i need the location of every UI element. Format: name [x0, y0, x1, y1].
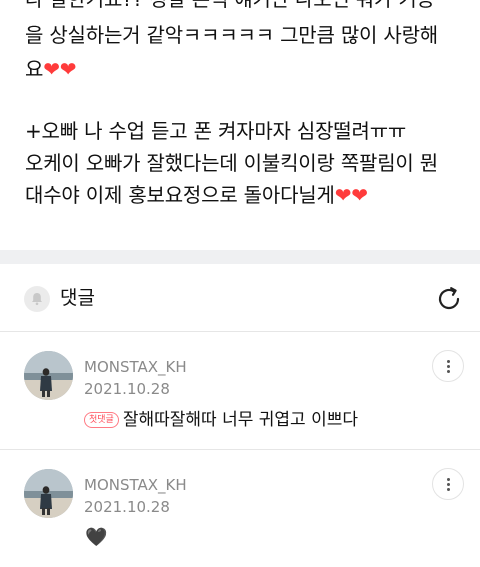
comments-title: 댓글: [60, 287, 95, 309]
comment-author[interactable]: MONSTAX_KH: [84, 475, 187, 495]
post-text-fragment: 대수야 이제 홍보요정으로 돌아다닐게: [25, 183, 335, 207]
section-divider: [0, 250, 480, 264]
black-heart-icon: 🖤: [85, 527, 108, 548]
avatar[interactable]: [24, 351, 73, 400]
post-body: 다 잘한거죠?? 정말 본떡 얘기만 나오면 뭐가 기능 을 상실하는거 같악ㅋ…: [0, 0, 480, 250]
post-text-line: 을 상실하는거 같악ㅋㅋㅋㅋㅋ 그만큼 많이 사랑해: [25, 23, 438, 47]
post-text-line: +오빠 나 수업 듣고 폰 켜자마자 심장떨려ㅠㅠ: [25, 119, 407, 143]
dot-icon: [447, 370, 450, 373]
dot-icon: [447, 478, 450, 481]
red-heart-icon: ❤: [351, 183, 368, 207]
comment-author[interactable]: MONSTAX_KH: [84, 357, 187, 377]
more-options-button[interactable]: [432, 468, 464, 500]
dot-icon: [447, 365, 450, 368]
avatar[interactable]: [24, 469, 73, 518]
first-comment-badge: 첫댓글: [84, 412, 119, 428]
dot-icon: [447, 488, 450, 491]
post-text-fragment: 요: [25, 57, 44, 81]
comment-date: 2021.10.28: [84, 380, 170, 398]
red-heart-icon: ❤: [59, 57, 77, 81]
post-text-line: 요❤❤: [25, 54, 77, 84]
post-text-line: 오케이 오빠가 잘했다는데 이불킥이랑 쪽팔림이 뭔: [25, 151, 438, 175]
comment-item: MONSTAX_KH 2021.10.28 🖤: [0, 451, 480, 567]
red-heart-icon: ❤: [334, 183, 352, 207]
comment-text: 잘해따잘해따 너무 귀엽고 이쁘다: [122, 410, 359, 430]
refresh-icon[interactable]: [434, 284, 464, 314]
comment-date: 2021.10.28: [84, 498, 170, 516]
post-text-line: 대수야 이제 홍보요정으로 돌아다닐게❤❤: [25, 180, 368, 210]
comment-item: MONSTAX_KH 2021.10.28 첫댓글 잘해따잘해따 너무 귀엽고 이…: [0, 333, 480, 450]
post-text-line: 다 잘한거죠?? 정말 본떡 얘기만 나오면 뭐가 기능: [25, 0, 435, 14]
comments-header: 댓글: [0, 264, 480, 332]
bell-icon[interactable]: [24, 286, 50, 312]
red-heart-icon: ❤: [43, 57, 60, 81]
dot-icon: [447, 483, 450, 486]
more-options-button[interactable]: [432, 350, 464, 382]
comment-body: 첫댓글 잘해따잘해따 너무 귀엽고 이쁘다: [84, 409, 358, 431]
dot-icon: [447, 360, 450, 363]
